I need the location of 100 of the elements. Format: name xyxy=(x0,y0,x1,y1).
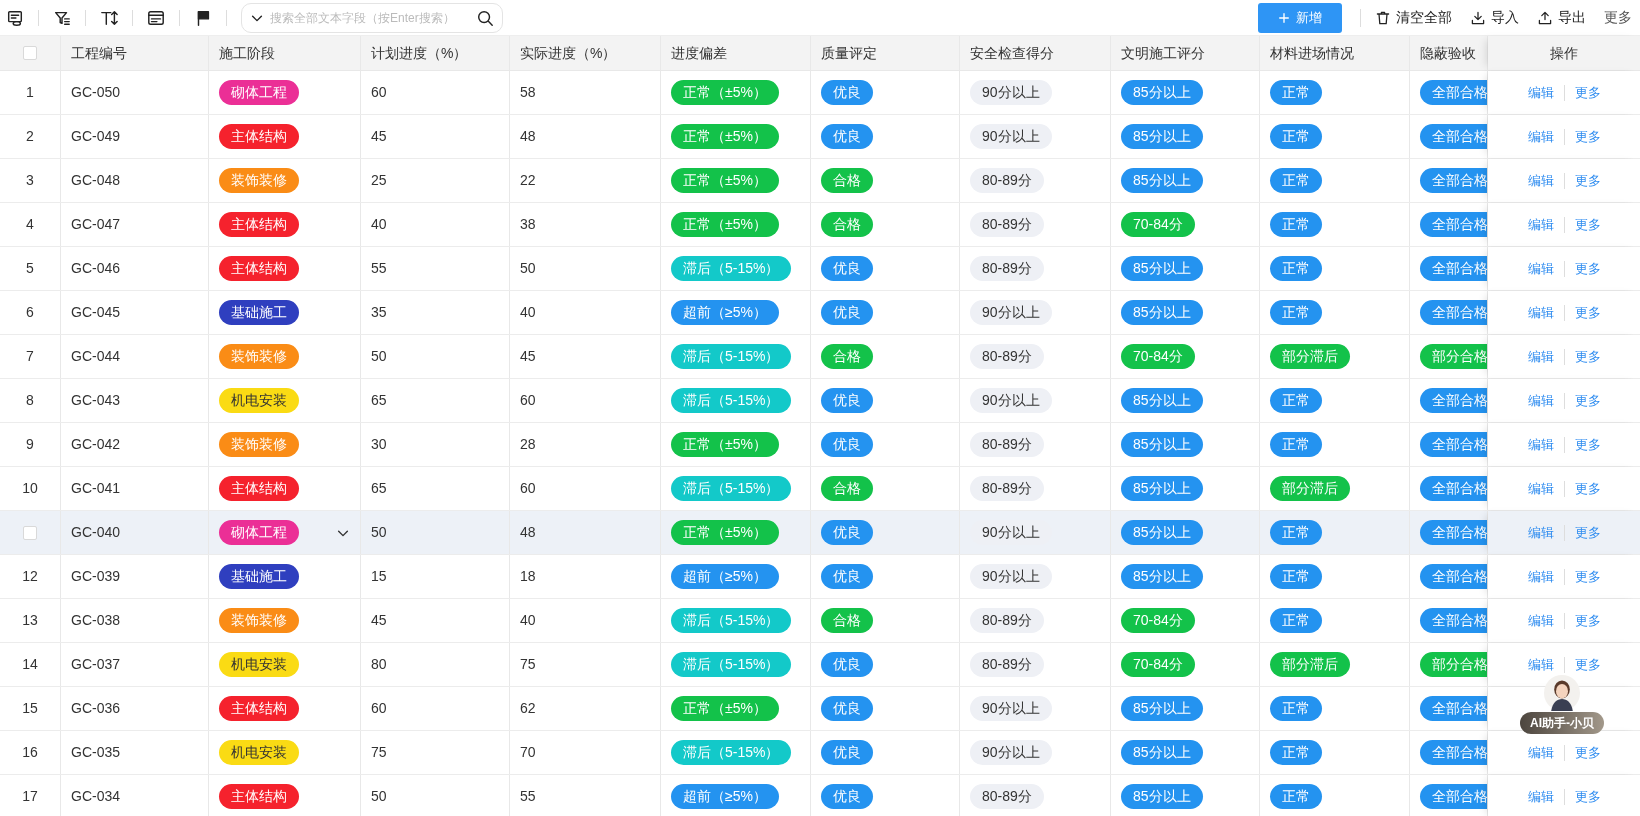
action-link[interactable]: 编辑 xyxy=(1527,522,1554,543)
action-link[interactable]: 更多 xyxy=(1574,170,1601,191)
action-link[interactable]: 编辑 xyxy=(1527,302,1554,323)
row-number: 12 xyxy=(22,567,38,586)
action-link[interactable]: 编辑 xyxy=(1527,610,1554,631)
table-cell-text: 55 xyxy=(520,787,536,806)
tag: 滞后（5-15%） xyxy=(671,476,792,501)
action-link[interactable]: 更多 xyxy=(1574,82,1601,103)
column-header[interactable]: 施工阶段 xyxy=(219,42,275,64)
column-header[interactable]: 隐蔽验收 xyxy=(1420,42,1476,64)
clear-button[interactable]: 清空全部 xyxy=(1375,7,1452,28)
tag: 优良 xyxy=(821,696,873,721)
row-number: 15 xyxy=(22,699,38,718)
view-icon[interactable] xyxy=(6,8,24,27)
column-header[interactable]: 计划进度（%） xyxy=(371,42,468,64)
tag: 部分滞后 xyxy=(1270,652,1350,677)
tag: 优良 xyxy=(821,388,873,413)
action-link[interactable]: 编辑 xyxy=(1527,390,1554,411)
tag: 滞后（5-15%） xyxy=(671,344,792,369)
text-height-icon[interactable] xyxy=(100,8,118,27)
column-header[interactable]: 进度偏差 xyxy=(671,42,727,64)
column-header[interactable]: 文明施工评分 xyxy=(1121,42,1205,64)
action-link[interactable]: 更多 xyxy=(1574,478,1601,499)
column-header[interactable]: 质量评定 xyxy=(821,42,877,64)
search-icon[interactable] xyxy=(476,8,494,27)
search-field[interactable]: 搜索全部文本字段（按Enter搜索） xyxy=(241,2,503,33)
row-number: 10 xyxy=(22,479,38,498)
tag: 80-89分 xyxy=(970,432,1044,457)
tag: 正常（±5%） xyxy=(671,520,779,545)
action-link[interactable]: 编辑 xyxy=(1527,82,1554,103)
table-cell-text: GC-035 xyxy=(71,743,121,762)
trash-icon xyxy=(1375,9,1391,26)
table-cell-text: GC-047 xyxy=(71,215,121,234)
tag: 全部合格 xyxy=(1420,212,1487,237)
action-link[interactable]: 更多 xyxy=(1574,566,1601,587)
column-header[interactable]: 实际进度（%） xyxy=(520,42,617,64)
table-cell-text: 75 xyxy=(520,655,536,674)
tag: 合格 xyxy=(821,344,873,369)
table-cell-text: GC-036 xyxy=(71,699,121,718)
action-link[interactable]: 更多 xyxy=(1574,654,1601,675)
table-cell-text: 45 xyxy=(371,611,387,630)
action-link[interactable]: 更多 xyxy=(1574,302,1601,323)
tag: 正常 xyxy=(1270,432,1322,457)
action-link[interactable]: 更多 xyxy=(1574,390,1601,411)
more-button[interactable]: 更多 xyxy=(1604,7,1634,28)
action-link[interactable]: 编辑 xyxy=(1527,742,1554,763)
checkbox[interactable] xyxy=(23,46,37,60)
layout-icon[interactable] xyxy=(147,8,165,27)
tag: 主体结构 xyxy=(219,256,299,281)
action-link[interactable]: 更多 xyxy=(1574,258,1601,279)
action-link[interactable]: 更多 xyxy=(1574,126,1601,147)
tag: 90分以上 xyxy=(970,696,1052,721)
column-header[interactable]: 操作 xyxy=(1550,42,1578,64)
action-link[interactable]: 编辑 xyxy=(1527,566,1554,587)
action-link[interactable]: 编辑 xyxy=(1527,346,1554,367)
avatar-icon[interactable] xyxy=(1544,675,1580,711)
tag: 部分滞后 xyxy=(1270,344,1350,369)
action-link[interactable]: 更多 xyxy=(1574,786,1601,807)
action-link[interactable]: 更多 xyxy=(1574,346,1601,367)
action-link[interactable]: 编辑 xyxy=(1527,214,1554,235)
action-link[interactable]: 编辑 xyxy=(1527,786,1554,807)
action-link[interactable]: 编辑 xyxy=(1527,126,1554,147)
tag: 全部合格 xyxy=(1420,696,1487,721)
row-number: 17 xyxy=(22,787,38,806)
action-link[interactable]: 编辑 xyxy=(1527,654,1554,675)
tag: 正常 xyxy=(1270,212,1322,237)
export-button[interactable]: 导出 xyxy=(1537,7,1586,28)
tag: 滞后（5-15%） xyxy=(671,740,792,765)
tag: 合格 xyxy=(821,608,873,633)
column-header[interactable]: 安全检查得分 xyxy=(970,42,1054,64)
add-button[interactable]: 新增 xyxy=(1258,2,1342,33)
checkbox[interactable] xyxy=(23,525,37,540)
action-link[interactable]: 更多 xyxy=(1574,522,1601,543)
tag: 部分合格 xyxy=(1420,344,1487,369)
action-link[interactable]: 更多 xyxy=(1574,434,1601,455)
assistant-label[interactable]: AI助手-小贝 xyxy=(1520,712,1604,734)
import-button[interactable]: 导入 xyxy=(1470,7,1519,28)
download-icon xyxy=(1470,9,1486,26)
action-link[interactable]: 更多 xyxy=(1574,742,1601,763)
action-link[interactable]: 编辑 xyxy=(1527,170,1554,191)
table-cell-text: GC-048 xyxy=(71,171,121,190)
tag: 全部合格 xyxy=(1420,168,1487,193)
tag: 优良 xyxy=(821,80,873,105)
tag: 85分以上 xyxy=(1121,564,1203,589)
tag: 合格 xyxy=(821,212,873,237)
action-link[interactable]: 编辑 xyxy=(1527,258,1554,279)
tag: 主体结构 xyxy=(219,696,299,721)
upload-icon xyxy=(1537,9,1553,26)
action-link[interactable]: 编辑 xyxy=(1527,434,1554,455)
search-input[interactable]: 搜索全部文本字段（按Enter搜索） xyxy=(270,8,470,27)
action-link[interactable]: 更多 xyxy=(1574,610,1601,631)
table-cell-text: 60 xyxy=(520,391,536,410)
action-link[interactable]: 更多 xyxy=(1574,214,1601,235)
tag: 正常 xyxy=(1270,784,1322,809)
tag: 全部合格 xyxy=(1420,80,1487,105)
column-header[interactable]: 材料进场情况 xyxy=(1270,42,1354,64)
column-header[interactable]: 工程编号 xyxy=(71,42,127,64)
tag: 部分滞后 xyxy=(1270,476,1350,501)
tag: 滞后（5-15%） xyxy=(671,608,792,633)
action-link[interactable]: 编辑 xyxy=(1527,478,1554,499)
